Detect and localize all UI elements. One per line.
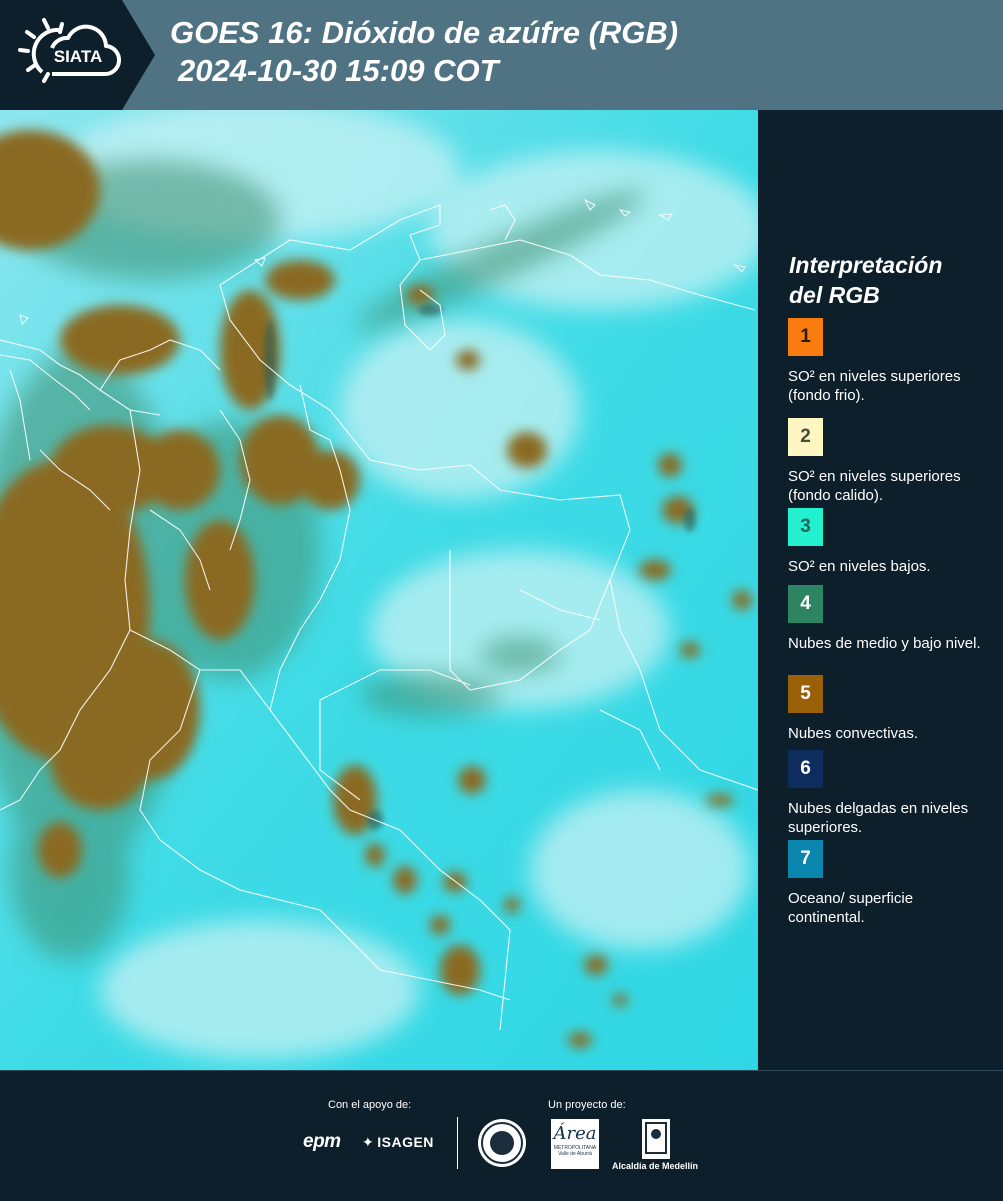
isagen-star-icon: ✦ — [362, 1134, 375, 1150]
legend-item: 7 Oceano/ superficie continental. — [788, 840, 993, 927]
legend-item: 5 Nubes convectivas. — [788, 675, 993, 743]
legend-item: 4 Nubes de medio y bajo nivel. — [788, 585, 993, 653]
legend-label: SO² en niveles superiores (fondo frio). — [788, 368, 961, 404]
footer: Con el apoyo de: Un proyecto de: epm ✦ IS… — [0, 1070, 1003, 1201]
university-seal-icon — [478, 1119, 526, 1167]
isagen-text: ISAGEN — [377, 1134, 434, 1150]
legend-label: Nubes convectivas. — [788, 725, 919, 742]
legend-swatch: 7 — [788, 840, 823, 878]
legend-label: Oceano/ superficie continental. — [788, 890, 914, 926]
legend-title-line2: del RGB — [789, 282, 880, 308]
legend-swatch: 4 — [788, 585, 823, 623]
legend-title: Interpretación del RGB — [789, 250, 942, 310]
legend-title-line1: Interpretación — [789, 252, 943, 278]
legend-label: Nubes de medio y bajo nivel. — [788, 635, 981, 652]
area-logo-subtext: METROPOLITANA Valle de Aburrá — [553, 1145, 597, 1157]
support-label: Con el apoyo de: — [328, 1099, 412, 1111]
footer-divider — [457, 1117, 458, 1169]
legend-swatch: 2 — [788, 418, 823, 456]
satellite-map — [0, 110, 758, 1070]
legend-label: SO² en niveles superiores (fondo calido)… — [788, 468, 961, 504]
epm-logo: epm — [303, 1131, 341, 1152]
legend-panel: Interpretación del RGB 1 SO² en niveles s… — [762, 110, 1003, 1070]
alcaldia-text: Alcaldía de Medellín — [612, 1161, 699, 1171]
header: SIATA GOES 16: Dióxido de azúfre (RGB) 2… — [0, 0, 1003, 110]
legend-item: 6 Nubes delgadas en niveles superiores. — [788, 750, 993, 837]
legend-item: 1 SO² en niveles superiores (fondo frio). — [788, 318, 993, 405]
legend-swatch: 3 — [788, 508, 823, 546]
area-metropolitana-logo: Área METROPOLITANA Valle de Aburrá — [551, 1119, 599, 1169]
isagen-logo: ✦ ISAGEN — [362, 1134, 434, 1151]
alcaldia-shield-icon — [642, 1119, 670, 1159]
title-line2: 2024-10-30 15:09 COT — [178, 53, 499, 88]
legend-label: SO² en niveles bajos. — [788, 558, 931, 575]
siata-logo: SIATA — [0, 0, 155, 110]
area-logo-text: Área — [553, 1123, 597, 1144]
legend-label: Nubes delgadas en niveles superiores. — [788, 800, 969, 836]
page-title: GOES 16: Dióxido de azúfre (RGB) 2024-10… — [170, 14, 678, 90]
legend-swatch: 5 — [788, 675, 823, 713]
legend-swatch: 6 — [788, 750, 823, 788]
logo-text: SIATA — [54, 47, 102, 66]
legend-item: 2 SO² en niveles superiores (fondo calido… — [788, 418, 993, 505]
legend-item: 3 SO² en niveles bajos. — [788, 508, 993, 576]
title-line1: GOES 16: Dióxido de azúfre (RGB) — [170, 15, 679, 50]
project-label: Un proyecto de: — [548, 1099, 626, 1111]
legend-swatch: 1 — [788, 318, 823, 356]
